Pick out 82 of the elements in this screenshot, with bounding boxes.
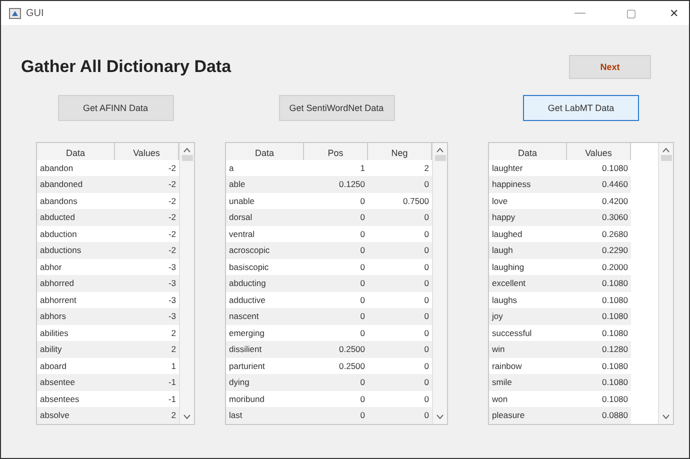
table-cell: 0: [304, 275, 368, 292]
table-cell: laughed: [489, 226, 567, 242]
scroll-down-icon[interactable]: [183, 414, 191, 420]
table-cell: -3: [115, 275, 179, 292]
table-cell: basiscopic: [226, 258, 304, 275]
scroll-down-icon[interactable]: [662, 414, 670, 420]
table-cell: 0: [368, 176, 432, 192]
table-cell: 2: [115, 407, 179, 424]
table-cell: dissilient: [226, 341, 304, 358]
table-cell: dying: [226, 374, 304, 390]
table-cell: 0: [304, 209, 368, 226]
table-cell: absentee: [37, 374, 115, 390]
table-cell: dorsal: [226, 209, 304, 226]
table-cell: -2: [115, 176, 179, 192]
table-cell: 0.1080: [567, 374, 631, 390]
window-title: GUI: [26, 8, 44, 18]
scroll-thumb[interactable]: [434, 155, 446, 161]
table-cell: parturient: [226, 358, 304, 374]
next-button[interactable]: Next: [569, 55, 651, 79]
table-cell: 0: [304, 242, 368, 258]
table-cell: 0: [368, 209, 432, 226]
table-cell: 0: [368, 275, 432, 292]
table-cell: win: [489, 341, 567, 358]
scroll-up-icon[interactable]: [436, 147, 444, 153]
table-cell: -1: [115, 374, 179, 390]
table-cell: laughs: [489, 292, 567, 308]
table-cell: abhorred: [37, 275, 115, 292]
table-cell: emerging: [226, 324, 304, 341]
table-cell: 0.1080: [567, 308, 631, 324]
get-data-button[interactable]: Get AFINN Data: [58, 95, 174, 121]
table-cell: pleasure: [489, 407, 567, 424]
table-cell: abandoned: [37, 176, 115, 192]
scroll-down-icon[interactable]: [436, 414, 444, 420]
app-icon: [9, 8, 21, 18]
get-data-button[interactable]: Get SentiWordNet Data: [278, 95, 394, 121]
table-cell: acroscopic: [226, 242, 304, 258]
table-cell: happy: [489, 209, 567, 226]
table-cell: 0.1080: [567, 275, 631, 292]
scroll-up-icon[interactable]: [183, 147, 191, 153]
vertical-scrollbar[interactable]: [432, 143, 447, 424]
table-cell: nascent: [226, 308, 304, 324]
table-cell: 0.1280: [567, 341, 631, 358]
table-cell: happiness: [489, 176, 567, 192]
table-cell: 0.0880: [567, 407, 631, 424]
table-cell: 0: [368, 407, 432, 424]
table-cell: -3: [115, 308, 179, 324]
table-cell: 0: [304, 407, 368, 424]
table-cell: -2: [115, 209, 179, 226]
table-cell: laughter: [489, 160, 567, 176]
table-cell: -2: [115, 242, 179, 258]
table-cell: absolve: [37, 407, 115, 424]
table-cell: 0: [368, 308, 432, 324]
table-cell: 0.3060: [567, 209, 631, 226]
table-cell: laughing: [489, 258, 567, 275]
page-heading: Gather All Dictionary Data: [21, 57, 232, 77]
get-data-button[interactable]: Get LabMT Data: [523, 95, 639, 121]
table-cell: 0: [368, 341, 432, 358]
table-cell: last: [226, 407, 304, 424]
table-cell: 0: [368, 374, 432, 390]
table-cell: abhors: [37, 308, 115, 324]
vertical-scrollbar[interactable]: [658, 143, 673, 424]
table-cell: 0: [304, 374, 368, 390]
table-cell: laugh: [489, 242, 567, 258]
table-cell: excellent: [489, 275, 567, 292]
scroll-thumb[interactable]: [182, 155, 192, 161]
table-cell: abducting: [226, 275, 304, 292]
table-cell: 0.1250: [304, 176, 368, 192]
table-cell: abductions: [37, 242, 115, 258]
table-cell: joy: [489, 308, 567, 324]
table-cell: smile: [489, 374, 567, 390]
scroll-thumb[interactable]: [660, 155, 672, 161]
vertical-scrollbar[interactable]: [179, 143, 194, 424]
table-cell: 2: [115, 341, 179, 358]
table-cell: 0: [304, 308, 368, 324]
table-cell: 0.2290: [567, 242, 631, 258]
table-cell: 0: [368, 242, 432, 258]
table-cell: abducted: [37, 209, 115, 226]
table-cell: able: [226, 176, 304, 192]
table-cell: ability: [37, 341, 115, 358]
table-cell: 0.4460: [567, 176, 631, 192]
scroll-up-icon[interactable]: [662, 147, 670, 153]
table-cell: 0.2500: [304, 341, 368, 358]
